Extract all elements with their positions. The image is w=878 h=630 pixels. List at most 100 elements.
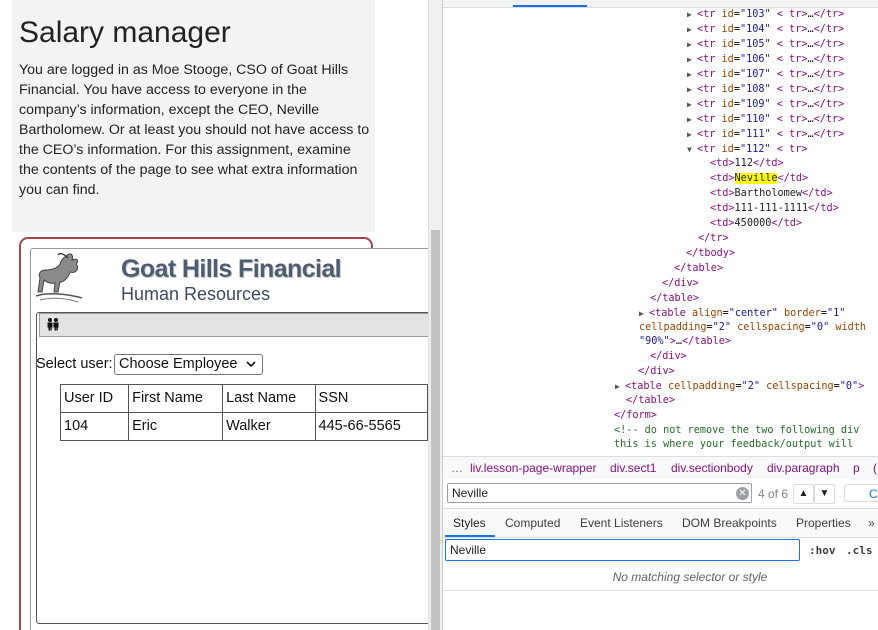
search-highlight: Neville [734,173,778,184]
td-text: 112 [734,158,753,169]
dom-close-table[interactable]: </table> [674,261,723,276]
expand-arrow-icon[interactable]: ▶ [687,127,697,142]
app-toolbar [39,313,428,337]
dom-node-tr[interactable]: ▼ <tr id="112" < tr> [687,142,807,157]
dom-close-div[interactable]: </div> [662,276,699,291]
people-icon[interactable] [46,317,60,331]
expand-arrow-icon[interactable]: ▼ [687,142,697,157]
expand-arrow-icon[interactable]: ▶ [687,112,697,127]
expand-arrow-icon[interactable]: ▶ [687,37,697,52]
dom-node-table[interactable]: ▶ <table cellpadding="2" cellspacing="0"> [615,379,864,394]
tab-event-listeners[interactable]: Event Listeners [580,516,663,530]
dom-node-tr[interactable]: ▶ <tr id="108" < tr>…</tr> [687,82,844,97]
expand-arrow-icon[interactable]: ▶ [687,97,697,112]
employee-select[interactable]: Choose Employee [114,354,263,375]
clear-search-icon[interactable]: ✕ [736,487,749,500]
dom-close-div[interactable]: </div> [650,349,687,364]
breadcrumb-more[interactable]: … [451,461,463,475]
attr-value: 104 [746,24,765,35]
dom-node-tr[interactable]: ▶ <tr id="111" < tr>…</tr> [687,127,844,142]
dom-node-tr[interactable]: ▶ <tr id="107" < tr>…</tr> [687,67,844,82]
more-tabs-icon[interactable]: » [868,516,875,530]
scrollbar-thumb[interactable] [431,230,440,630]
breadcrumb-item[interactable]: div.sectionbody [671,461,753,475]
dom-node-tr[interactable]: ▶ <tr id="105" < tr>…</tr> [687,37,844,52]
expand-arrow-icon[interactable]: ▶ [615,379,625,394]
dom-close-tr[interactable]: </tr> [698,231,729,246]
breadcrumb-item[interactable]: liv.lesson-page-wrapper [470,461,597,475]
dom-node-table[interactable]: ▶ <table align="center" border="1" [639,306,845,321]
tab-styles[interactable]: Styles [453,516,486,530]
previous-match-button[interactable]: ▲ [793,484,814,504]
dom-search-input[interactable]: Neville [447,483,752,503]
dom-close-form[interactable]: </form> [614,408,657,423]
dom-node-td[interactable]: <td>Neville</td> [710,171,808,186]
dom-tree: ▶ <tr id="103" < tr>…</tr> ▶ <tr id="104" <… [443,7,878,455]
attr-value: 2 [747,381,754,392]
class-toggle[interactable]: .cls [846,544,873,557]
devtools-panel: ▶ <tr id="103" < tr>…</tr> ▶ <tr id="104" <… [442,0,878,630]
intro-text: You are logged in as Moe Stooge, CSO of … [19,62,370,198]
styles-filter-input[interactable]: Neville [445,539,800,561]
dom-node-tr[interactable]: ▶ <tr id="109" < tr>…</tr> [687,97,844,112]
select-user-label: Select user: [36,356,113,372]
table-cell: 104 [59,412,130,441]
brand-title: Goat Hills Financial [121,255,342,283]
attr-value: 90% [645,336,664,347]
expand-arrow-icon[interactable]: ▶ [639,306,649,321]
attr-value: 110 [746,114,765,125]
tab-dom-breakpoints[interactable]: DOM Breakpoints [682,516,777,530]
attr-value: 107 [746,69,765,80]
dom-node-td[interactable]: <td>Bartholomew</td> [710,186,833,201]
attr-value: 106 [746,54,765,65]
dom-node-tr[interactable]: ▶ <tr id="103" < tr>…</tr> [687,7,844,22]
column-header: First Name [128,384,224,413]
attr-value: 1 [833,308,840,319]
dom-comment[interactable]: <!-- do not remove the two following div [614,423,859,438]
expand-arrow-icon[interactable]: ▶ [687,82,697,97]
web-page: Salary manager You are logged in as Moe … [0,0,428,630]
expand-arrow-icon[interactable]: ▶ [687,22,697,37]
dom-close-table[interactable]: </table> [626,393,675,408]
tab-properties[interactable]: Properties [796,516,851,530]
chevron-down-icon [246,361,256,368]
dom-close-tbody[interactable]: </tbody> [686,246,735,261]
active-tab-indicator [445,535,495,537]
goat-logo-icon [35,252,83,303]
dom-node-tr[interactable]: ▶ <tr id="106" < tr>…</tr> [687,52,844,67]
dom-node-td[interactable]: <td>112</td> [710,156,784,171]
dom-node-td[interactable]: <td>111-111-1111</td> [710,201,839,216]
dom-search-bar: Neville ✕ 4 of 6 ▲ ▼ Ca [443,479,878,509]
dom-node-tr[interactable]: ▶ <tr id="104" < tr>…</tr> [687,22,844,37]
expand-arrow-icon[interactable]: ▶ [687,7,697,22]
expand-arrow-icon[interactable]: ▶ [687,52,697,67]
table-row: 104 Eric Walker 445-66-5565 [59,412,428,441]
expand-arrow-icon[interactable]: ▶ [687,67,697,82]
dom-close-table[interactable]: </table> [650,291,699,306]
attr-value: 109 [746,99,765,110]
breadcrumb-item[interactable]: p [853,461,860,475]
dom-node-tr[interactable]: ▶ <tr id="110" < tr>…</tr> [687,112,844,127]
dom-comment[interactable]: this is where your feedback/output will [614,437,853,452]
page-scrollbar[interactable] [428,0,443,630]
attr-value: 105 [746,39,765,50]
breadcrumb-item[interactable]: ( [873,461,877,475]
column-header: User ID [59,384,130,413]
dom-close-div[interactable]: </div> [638,364,675,379]
no-match-message: No matching selector or style [612,570,768,584]
breadcrumb-item[interactable]: div.sect1 [610,461,656,475]
page-title: Salary manager [19,16,231,49]
table-header-row: User ID First Name Last Name SSN [59,384,428,413]
dom-node-table-cont[interactable]: "90%">…</table> [639,334,731,349]
hover-state-toggle[interactable]: :hov [809,544,836,557]
breadcrumb-item[interactable]: div.paragraph [767,461,840,475]
next-match-button[interactable]: ▼ [814,484,835,504]
dom-node-td[interactable]: <td>450000</td> [710,216,802,231]
cancel-search-button[interactable]: Ca [844,484,878,502]
td-text: 450000 [734,218,772,229]
tab-computed[interactable]: Computed [505,516,560,530]
attr-value: 0 [845,381,853,392]
table-cell: 445-66-5565 [314,412,428,441]
attr-value: 108 [746,84,765,95]
dom-node-table-cont[interactable]: cellpadding="2" cellspacing="0" width [639,320,866,335]
